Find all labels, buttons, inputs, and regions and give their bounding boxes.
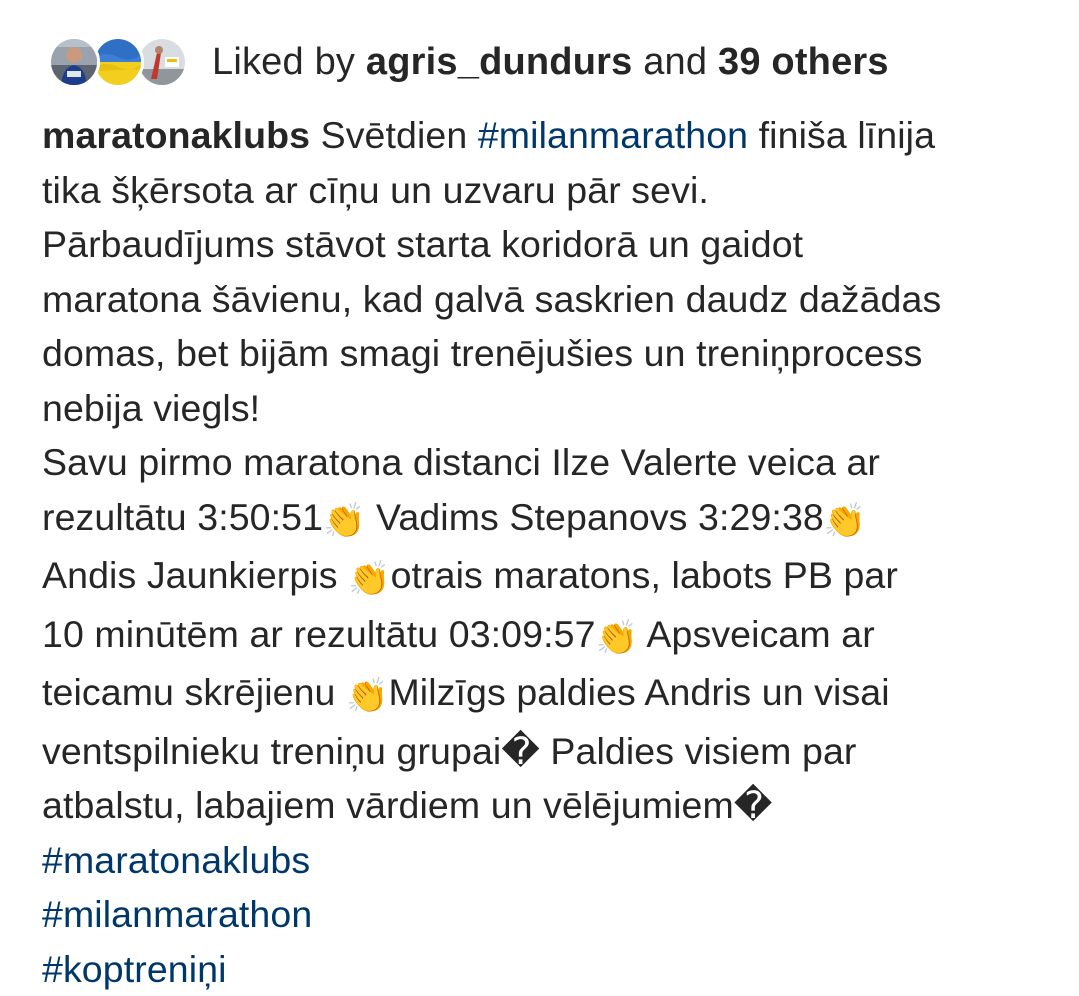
caption-text: atbalstu, labajiem vārdiem un vēlējumiem (42, 784, 734, 826)
caption-line: maratonaklubs Svētdien #milanmarathon fi… (42, 108, 1062, 163)
clapping-hands-emoji-icon: 👏 (824, 494, 866, 549)
caption-text: otrais maratons, labots PB par (391, 554, 898, 596)
hashtag-link[interactable]: #milanmarathon (42, 887, 1062, 942)
likes-middle: and (632, 41, 718, 83)
caption-text: Apsveicam ar (638, 613, 875, 655)
runner-photo-avatar[interactable] (48, 36, 100, 88)
author-username-link[interactable]: maratonaklubs (42, 114, 310, 156)
caption-line: teicamu skrējienu 👏Milzīgs paldies Andri… (42, 665, 1062, 724)
unsupported-emoji-glyph: � (734, 784, 773, 826)
clapping-hands-emoji-icon: 👏 (596, 611, 638, 666)
caption-line: rezultātu 3:50:51👏 Vadims Stepanovs 3:29… (42, 490, 1062, 549)
clapping-hands-emoji-icon: 👏 (323, 494, 365, 549)
caption-text: Vadims Stepanovs 3:29:38 (366, 496, 824, 538)
clapping-hands-emoji-icon: 👏 (348, 552, 390, 607)
caption-text: teicamu skrējienu (42, 671, 346, 713)
hashtag-link[interactable]: #maratonaklubs (42, 833, 1062, 888)
caption-line: maratona šāvienu, kad galvā saskrien dau… (42, 272, 1062, 327)
caption-text: Andis Jaunkierpis (42, 554, 348, 596)
caption-text: ventspilnieku treniņu grupai (42, 730, 501, 772)
caption-line: 10 minūtēm ar rezultātu 03:09:57👏 Apsvei… (42, 607, 1062, 666)
caption-line: tika šķērsota ar cīņu un uzvaru pār sevi… (42, 163, 1062, 218)
likes-prefix: Liked by (212, 41, 366, 83)
caption-text: Milzīgs paldies Andris un visai (388, 671, 889, 713)
hashtag-link[interactable]: #milanmarathon (478, 114, 748, 156)
caption-line: atbalstu, labajiem vārdiem un vēlējumiem… (42, 778, 1062, 833)
caption-text: Svētdien (310, 114, 478, 156)
clapping-hands-emoji-icon: 👏 (346, 669, 388, 724)
caption-line: Pārbaudījums stāvot starta koridorā un g… (42, 217, 1062, 272)
unsupported-emoji-glyph: � (501, 730, 540, 772)
caption-text: Paldies visiem par (540, 730, 857, 772)
liker-username-link[interactable]: agris_dundurs (366, 41, 633, 83)
caption-line: ventspilnieku treniņu grupai� Paldies vi… (42, 724, 1062, 779)
caption-text: 10 minūtēm ar rezultātu 03:09:57 (42, 613, 596, 655)
post-caption: maratonaklubs Svētdien #milanmarathon fi… (42, 108, 1062, 996)
caption-line: Savu pirmo maratona distanci Ilze Valert… (42, 435, 1062, 490)
caption-line: domas, bet bijām smagi trenējušies un tr… (42, 326, 1062, 381)
likes-row[interactable]: Liked by agris_dundurs and 39 others (48, 28, 889, 96)
caption-line: nebija viegls! (42, 381, 1062, 436)
hashtag-link[interactable]: #koptreniņi (42, 942, 1062, 996)
caption-line: Andis Jaunkierpis 👏otrais maratons, labo… (42, 548, 1062, 607)
liker-avatars[interactable] (48, 32, 188, 92)
other-likers-link[interactable]: 39 others (718, 41, 889, 83)
likes-summary[interactable]: Liked by agris_dundurs and 39 others (212, 41, 889, 84)
caption-text: rezultātu 3:50:51 (42, 496, 323, 538)
caption-text: finiša līnija (748, 114, 935, 156)
